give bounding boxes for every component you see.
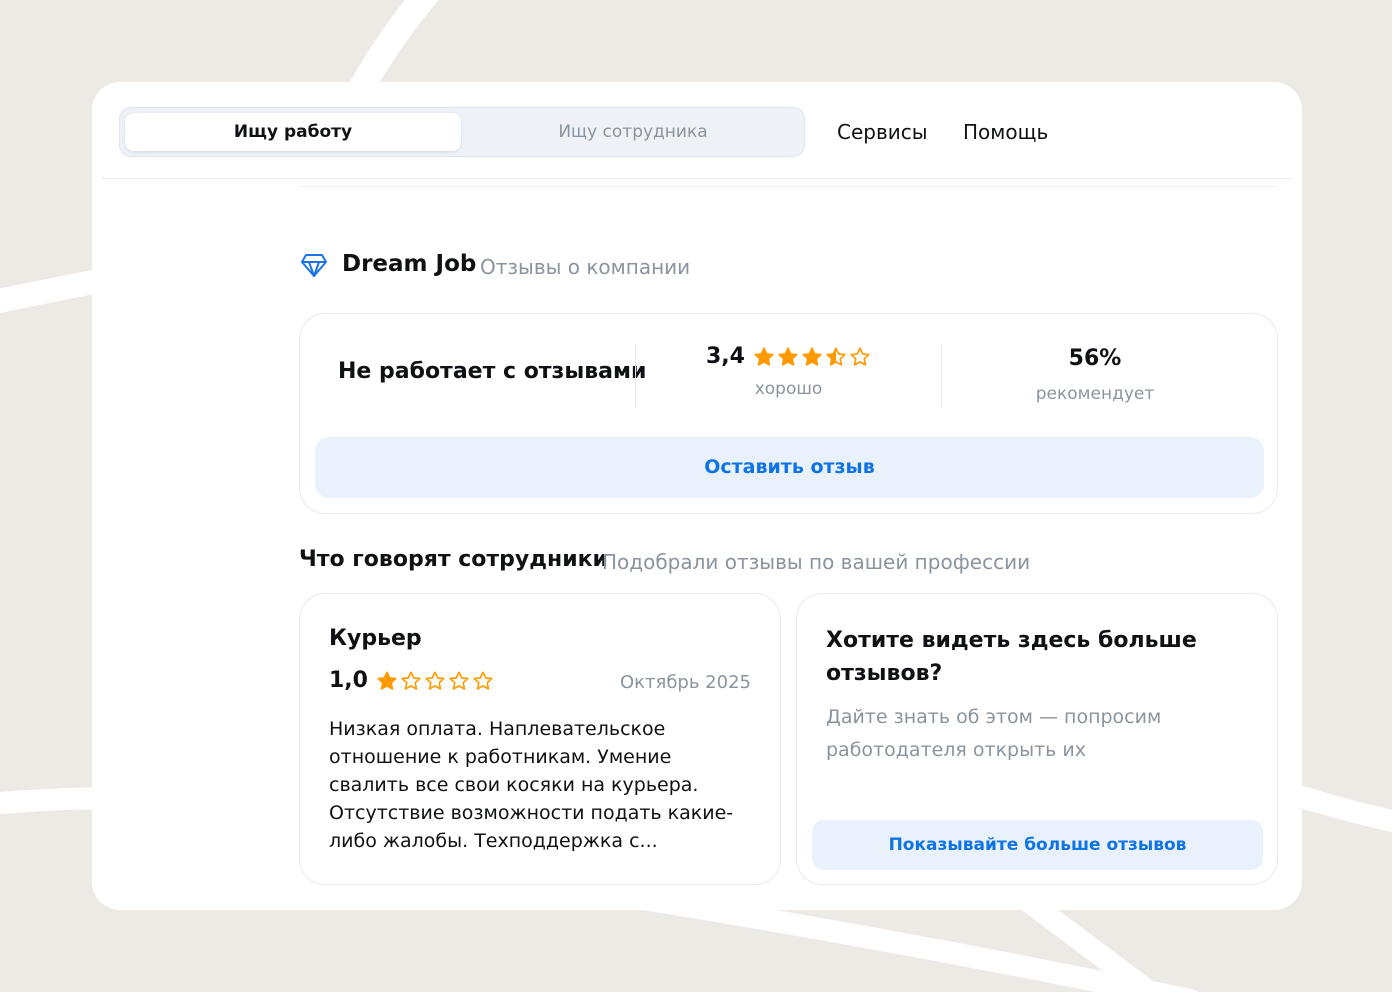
review-card[interactable]: Курьер 1,0 Октябрь 2025 Низкая оплата. Н…	[299, 593, 781, 885]
leave-review-button[interactable]: Оставить отзыв	[315, 437, 1264, 498]
recommend-label: рекомендует	[1035, 384, 1155, 404]
review-rating-value: 1,0	[329, 668, 368, 693]
rating-value: 3,4	[706, 344, 745, 369]
header-divider	[102, 178, 1292, 179]
review-job-title: Курьер	[329, 626, 422, 651]
star-icon	[449, 670, 469, 690]
star-icon	[425, 670, 445, 690]
review-date: Октябрь 2025	[619, 672, 751, 693]
rating-stars	[753, 346, 871, 368]
review-status: Не работает с отзывами	[338, 359, 647, 384]
content-divider	[298, 186, 1278, 187]
tab-employer[interactable]: Ищу сотрудника	[465, 113, 801, 151]
rating-summary-card: Не работает с отзывами 3,4 хорошо 56% ре…	[299, 313, 1278, 514]
star-icon	[377, 670, 397, 690]
review-stars	[376, 670, 494, 692]
diamond-logo-icon	[301, 254, 327, 277]
star-icon	[473, 670, 493, 690]
more-reviews-text: Дайте знать об этом — попросим работодат…	[826, 706, 1162, 761]
rating-label: хорошо	[754, 379, 823, 399]
star-icon	[778, 346, 798, 366]
star-icon	[802, 346, 822, 366]
star-icon	[826, 346, 846, 366]
company-subtitle: Отзывы о компании	[480, 255, 691, 279]
recommend-rate: 56% рекомендует	[942, 344, 1248, 404]
nav-services[interactable]: Сервисы	[837, 120, 928, 144]
company-name[interactable]: Dream Job	[342, 251, 476, 277]
star-icon	[754, 346, 774, 366]
overall-rating: 3,4 хорошо	[636, 344, 941, 399]
star-icon	[401, 670, 421, 690]
role-switcher: Ищу работу Ищу сотрудника	[119, 107, 805, 157]
main-panel: Ищу работу Ищу сотрудника Сервисы Помощь…	[92, 82, 1302, 910]
nav-help[interactable]: Помощь	[963, 120, 1048, 144]
review-text: Низкая оплата. Наплевательское отношение…	[329, 718, 734, 852]
star-icon	[850, 346, 870, 366]
section-title: Что говорят сотрудники	[299, 547, 608, 572]
review-rating: 1,0	[329, 668, 494, 693]
more-reviews-title: Хотите видеть здесь больше отзывов?	[826, 628, 1197, 686]
show-more-reviews-button[interactable]: Показывайте больше отзывов	[812, 820, 1263, 870]
more-reviews-card: Хотите видеть здесь больше отзывов? Дайт…	[796, 593, 1278, 885]
tab-job-seeker[interactable]: Ищу работу	[125, 113, 461, 151]
recommend-value: 56%	[1068, 346, 1122, 371]
section-subtitle: Подобрали отзывы по вашей профессии	[602, 550, 1031, 574]
